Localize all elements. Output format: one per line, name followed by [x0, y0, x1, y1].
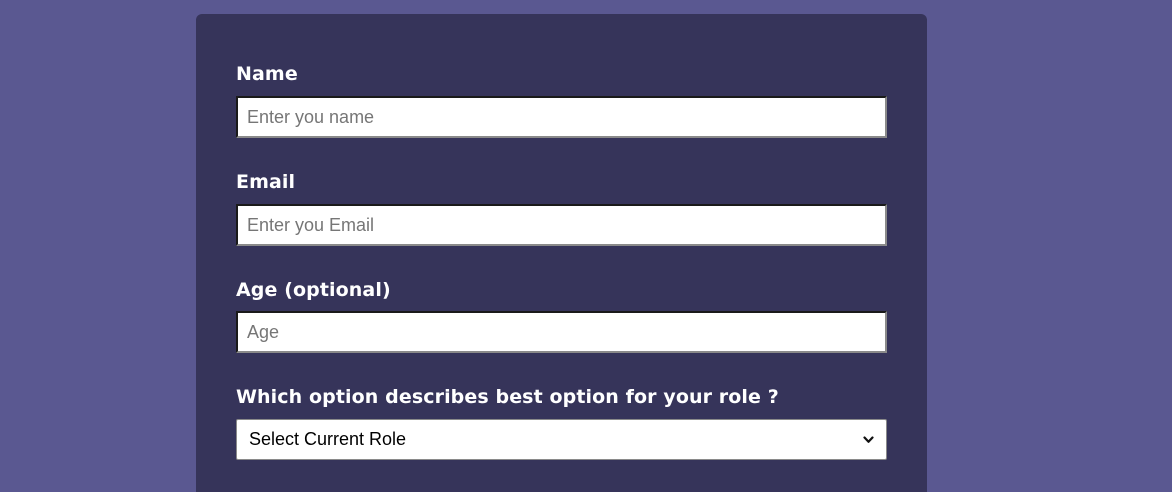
email-input[interactable] [236, 204, 887, 246]
name-input[interactable] [236, 96, 887, 138]
age-label: Age (optional) [236, 279, 391, 301]
chevron-down-icon [862, 434, 874, 446]
role-label: Which option describes best option for y… [236, 386, 779, 408]
age-input[interactable] [236, 311, 887, 353]
survey-form: Name Email Age (optional) Which option d… [196, 14, 927, 492]
email-label: Email [236, 171, 296, 193]
role-select[interactable]: Select Current Role [236, 419, 887, 460]
name-label: Name [236, 63, 298, 85]
role-select-value: Select Current Role [249, 429, 407, 449]
